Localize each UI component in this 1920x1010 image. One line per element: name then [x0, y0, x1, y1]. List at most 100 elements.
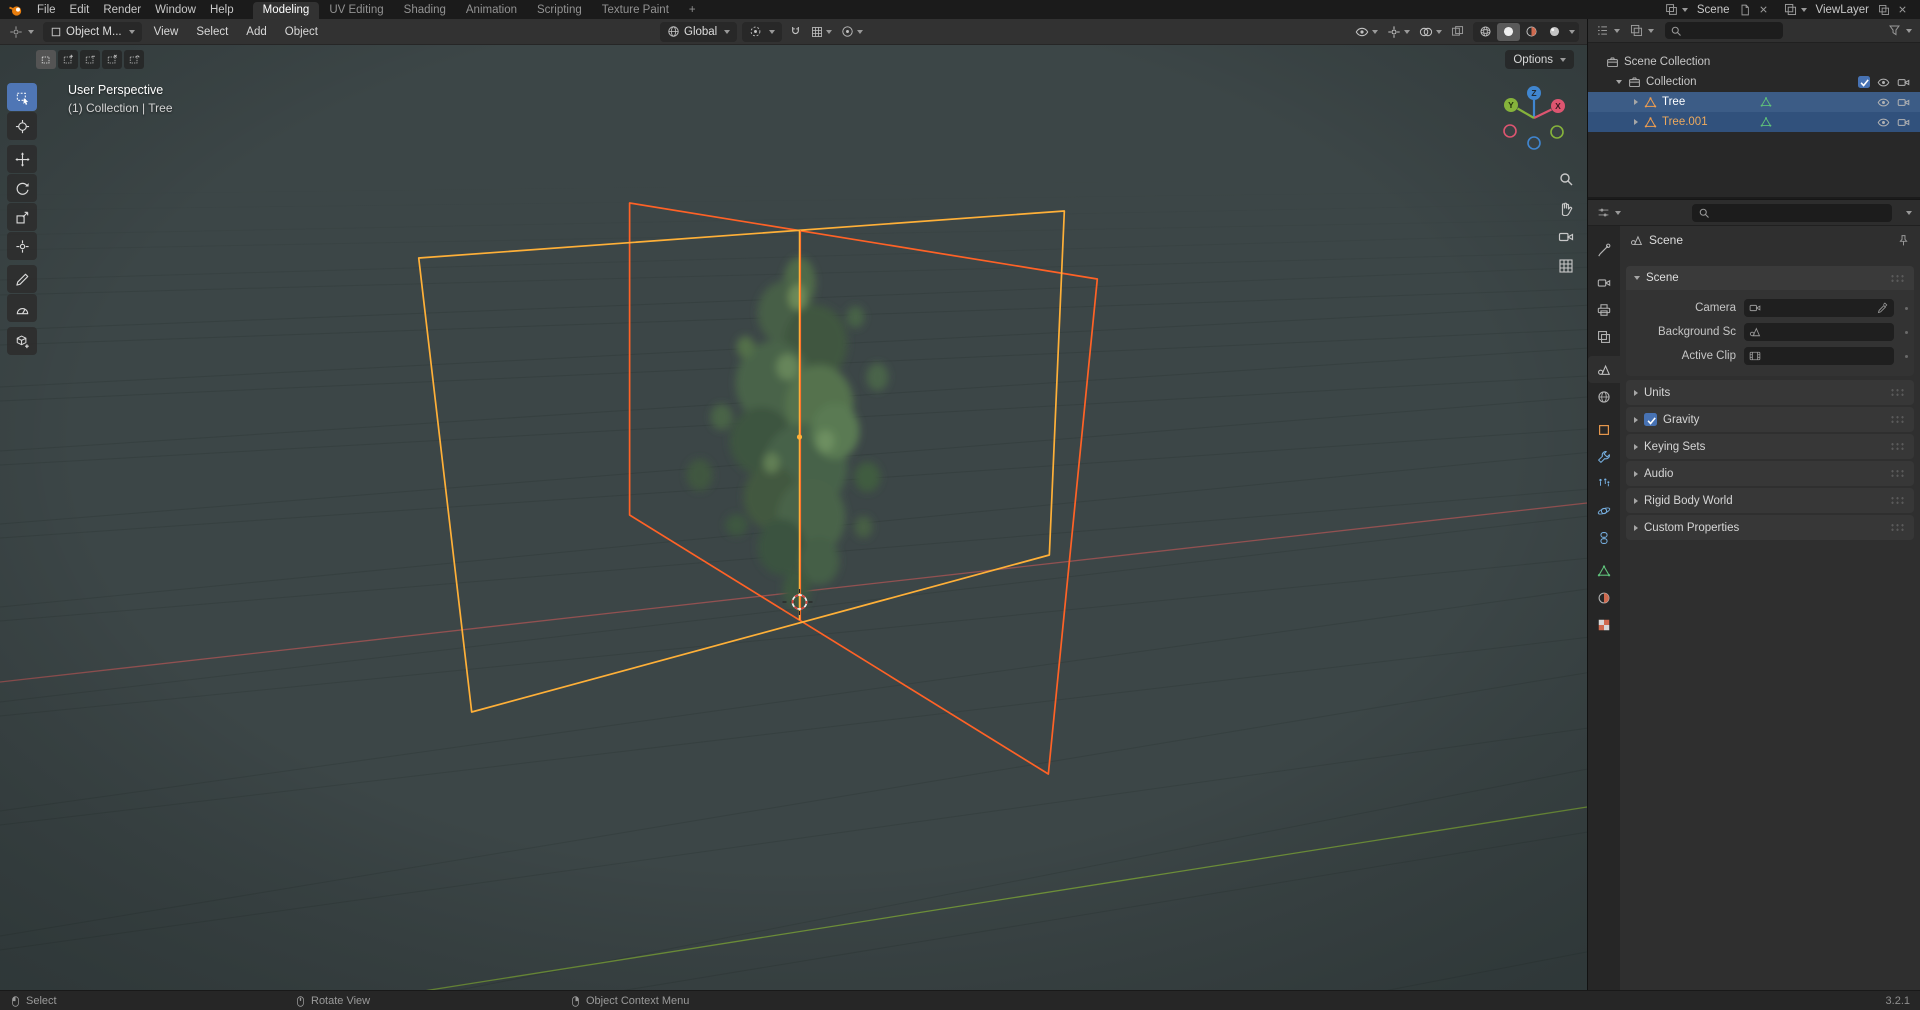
toggle-xray-button[interactable]	[1449, 23, 1466, 40]
tool-transform[interactable]	[7, 232, 37, 260]
shading-material-button[interactable]	[1520, 23, 1543, 41]
disable-render-camera-icon[interactable]	[1897, 96, 1910, 109]
menu-help[interactable]: Help	[203, 0, 241, 19]
background-scene-field[interactable]	[1744, 323, 1894, 341]
properties-editor-type-button[interactable]	[1594, 204, 1624, 221]
select-mode-subtract-button[interactable]	[80, 50, 100, 69]
delete-scene-button[interactable]	[1756, 4, 1771, 15]
outliner-filter-dropdown[interactable]	[1885, 22, 1915, 39]
gizmo-neg-x-ball[interactable]	[1503, 124, 1517, 138]
navigation-gizmo[interactable]: Z X Y	[1498, 81, 1570, 153]
menu-view[interactable]: View	[148, 26, 185, 38]
disable-render-camera-icon[interactable]	[1897, 76, 1910, 89]
gizmo-neg-y-ball[interactable]	[1550, 125, 1564, 139]
proportional-editing-toggle[interactable]	[839, 23, 865, 40]
drag-handle[interactable]	[1890, 496, 1906, 505]
menu-add[interactable]: Add	[240, 26, 272, 38]
tool-cursor[interactable]	[7, 112, 37, 140]
new-view-layer-button[interactable]	[1876, 4, 1892, 16]
outliner-row-collection[interactable]: Collection	[1588, 72, 1920, 92]
camera-view-icon[interactable]	[1558, 229, 1574, 245]
tool-measure[interactable]	[7, 294, 37, 322]
tab-uv-editing[interactable]: UV Editing	[319, 2, 393, 19]
properties-tab-object[interactable]	[1588, 416, 1620, 443]
viewport-canvas[interactable]: Options User Perspective (1) Collection …	[0, 45, 1587, 990]
menu-select[interactable]: Select	[190, 26, 234, 38]
browse-scene-button[interactable]	[1663, 3, 1690, 16]
properties-tab-world[interactable]	[1588, 383, 1620, 410]
properties-tab-texture[interactable]	[1588, 611, 1620, 638]
panel-units[interactable]: Units	[1626, 380, 1914, 405]
properties-tab-tool[interactable]	[1588, 236, 1620, 263]
tool-select-box[interactable]	[7, 83, 37, 111]
select-mode-invert-button[interactable]	[102, 50, 122, 69]
tool-move[interactable]	[7, 145, 37, 173]
properties-tab-particles[interactable]	[1588, 470, 1620, 497]
delete-view-layer-button[interactable]	[1895, 4, 1910, 15]
object-visibility-dropdown[interactable]	[1353, 23, 1380, 41]
drag-handle[interactable]	[1890, 469, 1906, 478]
gravity-checkbox[interactable]	[1644, 413, 1657, 426]
options-dropdown[interactable]: Options	[1505, 50, 1574, 69]
panel-audio[interactable]: Audio	[1626, 461, 1914, 486]
view-layer-name[interactable]: ViewLayer	[1812, 4, 1874, 16]
snap-target-dropdown[interactable]	[809, 24, 834, 40]
collection-checkbox[interactable]	[1858, 76, 1870, 88]
gizmo-neg-z-ball[interactable]	[1527, 136, 1541, 150]
tab-modeling[interactable]: Modeling	[252, 2, 320, 19]
properties-tab-view-layer[interactable]	[1588, 323, 1620, 350]
decorator-dot[interactable]	[1900, 306, 1912, 310]
tab-shading[interactable]: Shading	[394, 2, 456, 19]
drag-handle[interactable]	[1890, 388, 1906, 397]
disclosure-open-icon[interactable]	[1616, 80, 1622, 84]
properties-tab-material[interactable]	[1588, 584, 1620, 611]
decorator-dot[interactable]	[1900, 354, 1912, 358]
shading-wireframe-button[interactable]	[1474, 23, 1497, 41]
select-mode-set-button[interactable]	[36, 50, 56, 69]
panel-custom-properties[interactable]: Custom Properties	[1626, 515, 1914, 540]
panel-rigid-body-world[interactable]: Rigid Body World	[1626, 488, 1914, 513]
hide-viewport-eye-icon[interactable]	[1877, 76, 1890, 89]
menu-edit[interactable]: Edit	[63, 0, 97, 19]
active-clip-field[interactable]	[1744, 347, 1894, 365]
zoom-icon[interactable]	[1558, 171, 1574, 187]
hide-viewport-eye-icon[interactable]	[1877, 116, 1890, 129]
transform-orientation-dropdown[interactable]: Global	[660, 21, 738, 42]
outliner-editor-type-button[interactable]	[1593, 22, 1623, 39]
drag-handle[interactable]	[1890, 273, 1906, 283]
properties-tab-scene[interactable]	[1588, 356, 1620, 383]
properties-tab-constraints[interactable]	[1588, 524, 1620, 551]
tool-scale[interactable]	[7, 203, 37, 231]
outliner-row-scene-collection[interactable]: Scene Collection	[1588, 52, 1920, 72]
toggle-ortho-icon[interactable]	[1558, 258, 1574, 274]
disclosure-closed-icon[interactable]	[1634, 119, 1638, 125]
show-overlays-dropdown[interactable]	[1417, 23, 1444, 41]
new-scene-button[interactable]	[1737, 4, 1753, 16]
decorator-dot[interactable]	[1900, 330, 1912, 334]
eyedropper-icon[interactable]	[1877, 302, 1889, 314]
panel-gravity[interactable]: Gravity	[1626, 407, 1914, 432]
camera-field[interactable]	[1744, 299, 1894, 317]
blender-app-menu[interactable]	[0, 2, 30, 18]
disclosure-closed-icon[interactable]	[1634, 99, 1638, 105]
properties-tab-output[interactable]	[1588, 296, 1620, 323]
outliner-search-input[interactable]	[1665, 22, 1783, 39]
shading-dropdown-caret[interactable]	[1569, 29, 1575, 34]
add-workspace-button[interactable]: +	[679, 2, 706, 19]
panel-keying-sets[interactable]: Keying Sets	[1626, 434, 1914, 459]
properties-tab-object-data[interactable]	[1588, 557, 1620, 584]
scene-name[interactable]: Scene	[1693, 4, 1734, 16]
tab-scripting[interactable]: Scripting	[527, 2, 592, 19]
properties-options-caret[interactable]	[1906, 211, 1912, 215]
drag-handle[interactable]	[1890, 523, 1906, 532]
pan-hand-icon[interactable]	[1558, 200, 1574, 216]
tool-rotate[interactable]	[7, 174, 37, 202]
editor-type-button[interactable]	[6, 23, 37, 41]
drag-handle[interactable]	[1890, 442, 1906, 451]
hide-viewport-eye-icon[interactable]	[1877, 96, 1890, 109]
properties-tab-physics[interactable]	[1588, 497, 1620, 524]
select-mode-intersect-button[interactable]	[124, 50, 144, 69]
pivot-point-dropdown[interactable]	[742, 21, 783, 42]
shading-rendered-button[interactable]	[1543, 23, 1566, 41]
menu-file[interactable]: File	[30, 0, 63, 19]
